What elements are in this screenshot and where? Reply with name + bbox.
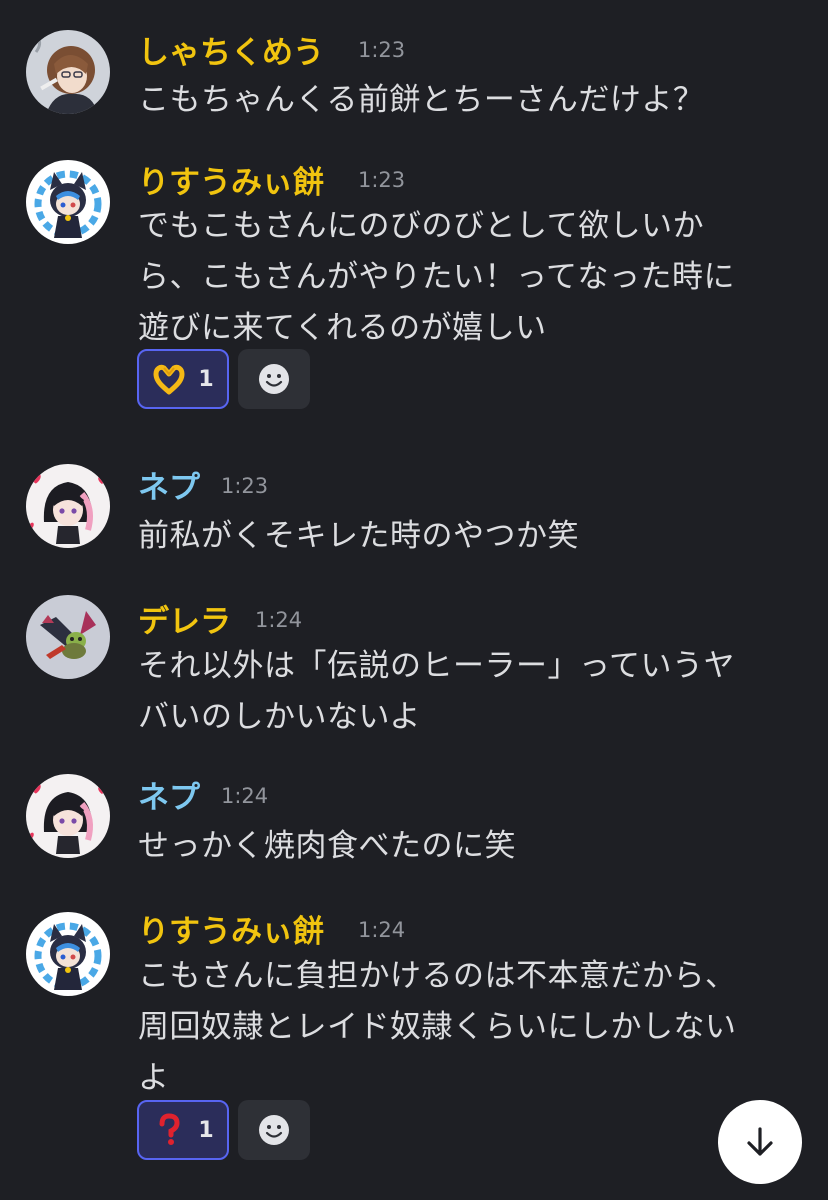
message-text: バいのしかいないよ xyxy=(138,699,421,735)
timestamp: 1:23 xyxy=(358,168,406,192)
author-avatar[interactable] xyxy=(26,464,110,548)
author-name[interactable]: ネプ xyxy=(138,462,200,507)
message-text: せっかく焼肉食べたのに笑 xyxy=(138,828,516,864)
timestamp: 1:23 xyxy=(358,38,406,62)
jump-to-bottom-button[interactable] xyxy=(718,1100,802,1184)
reaction-button[interactable]: 1 xyxy=(137,349,229,409)
smiley-face-icon xyxy=(259,364,289,394)
message-text: 周回奴隷とレイド奴隷くらいにしかしない xyxy=(138,1009,737,1045)
timestamp: 1:24 xyxy=(255,608,303,632)
author-avatar[interactable] xyxy=(26,774,110,858)
red-question-mark-emoji-icon xyxy=(159,1113,180,1145)
blue-hood-character-avatar-icon xyxy=(26,160,110,244)
author-name[interactable]: デレラ xyxy=(138,596,231,641)
message-text: よ xyxy=(138,1060,170,1096)
timestamp: 1:23 xyxy=(221,474,269,498)
chat-message-list[interactable]: しゃちくめう 1:23 こもちゃんくる前餅とちーさんだけよ？ りすうみぃ餅 1:… xyxy=(0,0,828,1200)
author-avatar[interactable] xyxy=(26,30,110,114)
timestamp: 1:24 xyxy=(221,784,269,808)
add-reaction-button[interactable] xyxy=(238,1100,310,1160)
author-avatar[interactable] xyxy=(26,595,110,679)
smiley-face-icon xyxy=(259,1115,289,1145)
message-text: それ以外は「伝説のヒーラー」っていうヤ xyxy=(138,648,735,684)
author-name[interactable]: しゃちくめう xyxy=(138,27,324,72)
black-pink-hair-girl-avatar-icon xyxy=(26,464,110,548)
message-text: ら、こもさんがやりたい！ってなった時に xyxy=(138,259,735,295)
heart-hands-emoji-icon xyxy=(153,364,185,395)
message-text: こもちゃんくる前餅とちーさんだけよ？ xyxy=(138,82,705,118)
brown-hair-girl-avatar-icon xyxy=(26,30,110,114)
message-text: 遊びに来てくれるのが嬉しい xyxy=(138,310,547,346)
author-avatar[interactable] xyxy=(26,160,110,244)
add-reaction-button[interactable] xyxy=(238,349,310,409)
arrow-down-icon xyxy=(747,1127,773,1156)
message-text: でもこもさんにのびのびとして欲しいか xyxy=(138,208,705,244)
black-pink-hair-girl-avatar-icon xyxy=(26,774,110,858)
reaction-button[interactable]: 1 xyxy=(137,1100,229,1160)
author-name[interactable]: りすうみぃ餅 xyxy=(138,906,324,951)
author-name[interactable]: りすうみぃ餅 xyxy=(138,157,324,202)
reaction-count: 1 xyxy=(198,1117,214,1143)
author-avatar[interactable] xyxy=(26,912,110,996)
message-text: 前私がくそキレた時のやつか笑 xyxy=(138,518,579,554)
author-name[interactable]: ネプ xyxy=(138,772,200,817)
message-text: こもさんに負担かけるのは不本意だから、 xyxy=(138,958,737,994)
reaction-count: 1 xyxy=(198,366,214,392)
timestamp: 1:24 xyxy=(358,918,406,942)
blue-hood-character-avatar-icon xyxy=(26,912,110,996)
fantasy-creature-avatar-icon xyxy=(26,595,110,679)
